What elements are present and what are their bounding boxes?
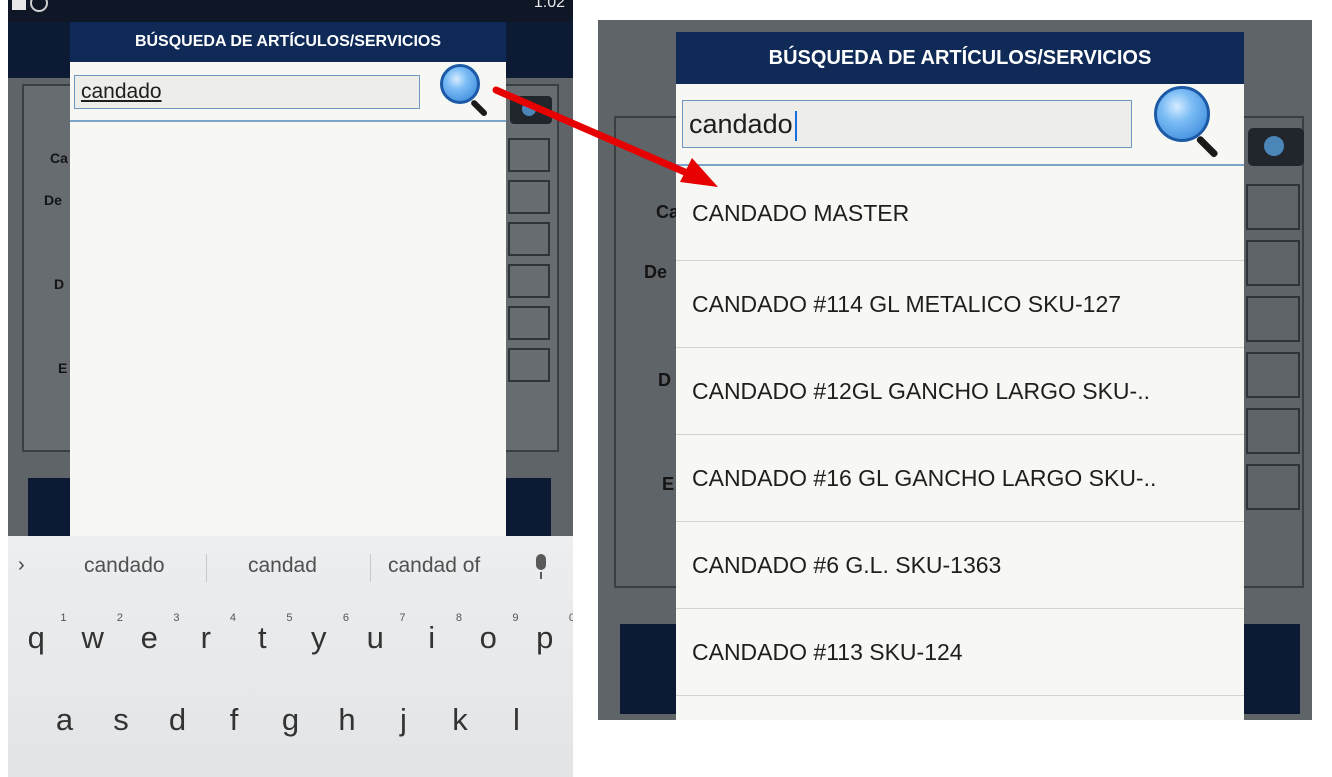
search-input[interactable]: candado <box>74 75 420 109</box>
background-label: De <box>44 192 62 208</box>
background-field <box>508 306 550 340</box>
background-field <box>1246 184 1300 230</box>
key-g[interactable]: g <box>262 702 319 738</box>
suggestion-2[interactable]: candad <box>248 554 317 578</box>
key-number-hint: 0 <box>568 612 573 624</box>
key-j[interactable]: j <box>375 702 432 738</box>
key-s[interactable]: s <box>93 702 150 738</box>
right-screenshot: Ca De D E BÚSQUEDA DE ARTÍCULOS/SERVICIO… <box>598 20 1312 720</box>
search-dialog: BÚSQUEDA DE ARTÍCULOS/SERVICIOS candado <box>70 22 506 542</box>
key-i[interactable]: i8 <box>404 612 462 656</box>
camera-icon <box>510 96 552 124</box>
search-dialog: BÚSQUEDA DE ARTÍCULOS/SERVICIOS candado … <box>676 32 1244 720</box>
key-label: y <box>311 620 327 655</box>
key-a[interactable]: a <box>36 702 93 738</box>
camera-icon <box>1248 128 1304 166</box>
notification-icon <box>12 0 26 10</box>
list-item[interactable]: CANDADO #6 G.L. SKU-1363 <box>676 522 1244 609</box>
key-label: o <box>479 620 497 655</box>
list-item[interactable]: CANDADO #16 GL GANCHO LARGO SKU-.. <box>676 435 1244 522</box>
background-label: D <box>54 276 65 292</box>
suggestion-divider <box>206 554 207 582</box>
search-row: candado <box>70 62 506 122</box>
list-item[interactable]: CANDADO #12GL GANCHO LARGO SKU-.. <box>676 348 1244 435</box>
search-icon[interactable] <box>440 64 496 120</box>
suggestion-bar: › candado candad candad of <box>8 536 573 598</box>
key-label: u <box>366 620 384 655</box>
key-y[interactable]: y6 <box>291 612 349 656</box>
background-field <box>1246 352 1300 398</box>
chevron-right-icon[interactable]: › <box>18 554 25 577</box>
key-label: e <box>140 620 158 655</box>
key-p[interactable]: p0 <box>517 612 573 656</box>
keyboard-row-1: q1w2e3r4t5y6u7i8o9p0 <box>8 612 573 672</box>
list-item[interactable]: CANDADO #113 SKU-124 <box>676 609 1244 696</box>
status-bar: 1:02 <box>8 0 573 22</box>
key-o[interactable]: o9 <box>460 612 519 656</box>
results-list: CANDADO MASTER CANDADO #114 GL METALICO S… <box>676 166 1244 696</box>
background-field <box>508 264 550 298</box>
key-u[interactable]: u7 <box>347 612 406 656</box>
key-q[interactable]: q1 <box>8 612 67 656</box>
sync-icon <box>30 0 48 12</box>
key-label: t <box>257 620 267 655</box>
key-w[interactable]: w2 <box>65 612 123 656</box>
background-field <box>1246 240 1300 286</box>
background-label: E <box>58 360 68 376</box>
background-label: D <box>658 370 671 390</box>
suggestion-divider <box>370 554 371 582</box>
background-field <box>1246 408 1300 454</box>
background-field <box>508 348 550 382</box>
text-cursor <box>794 110 797 141</box>
background-field <box>508 138 550 172</box>
keyboard-row-2: asdfghjkl <box>8 694 573 754</box>
background-label: De <box>644 262 668 282</box>
background-field <box>508 222 550 256</box>
search-input[interactable]: candado <box>682 100 1132 148</box>
search-input-value: candado <box>689 109 793 139</box>
list-item[interactable]: CANDADO MASTER <box>676 166 1244 261</box>
key-label: w <box>81 620 104 655</box>
suggestion-1[interactable]: candado <box>84 554 165 578</box>
key-f[interactable]: f <box>206 702 263 738</box>
background-field <box>508 180 550 214</box>
list-item[interactable]: CANDADO #114 GL METALICO SKU-127 <box>676 261 1244 348</box>
background-field <box>1246 464 1300 510</box>
background-label: Ca <box>50 150 68 166</box>
key-label: p <box>536 620 554 655</box>
dialog-title: BÚSQUEDA DE ARTÍCULOS/SERVICIOS <box>676 32 1244 84</box>
dialog-title: BÚSQUEDA DE ARTÍCULOS/SERVICIOS <box>70 22 506 62</box>
key-r[interactable]: r4 <box>178 612 236 656</box>
key-d[interactable]: d <box>149 702 206 738</box>
search-row: candado <box>676 84 1244 166</box>
background-field <box>1246 296 1300 342</box>
key-k[interactable]: k <box>432 702 489 738</box>
key-label: r <box>200 620 211 655</box>
suggestion-3[interactable]: candad of <box>388 554 480 578</box>
key-t[interactable]: t5 <box>234 612 293 656</box>
key-label: q <box>27 620 45 655</box>
background-label: E <box>662 474 675 494</box>
mic-icon[interactable] <box>536 554 548 580</box>
key-e[interactable]: e3 <box>121 612 180 656</box>
key-l[interactable]: l <box>488 702 545 738</box>
soft-keyboard: › candado candad candad of q1w2e3r4t5y6u… <box>8 536 573 777</box>
left-screenshot: 1:02 Ca De D E BÚSQUEDA DE ARTÍCULOS/SER… <box>8 0 573 777</box>
status-time: 1:02 <box>533 0 565 11</box>
search-icon[interactable] <box>1154 86 1230 162</box>
key-label: i <box>428 620 436 655</box>
key-h[interactable]: h <box>319 702 376 738</box>
